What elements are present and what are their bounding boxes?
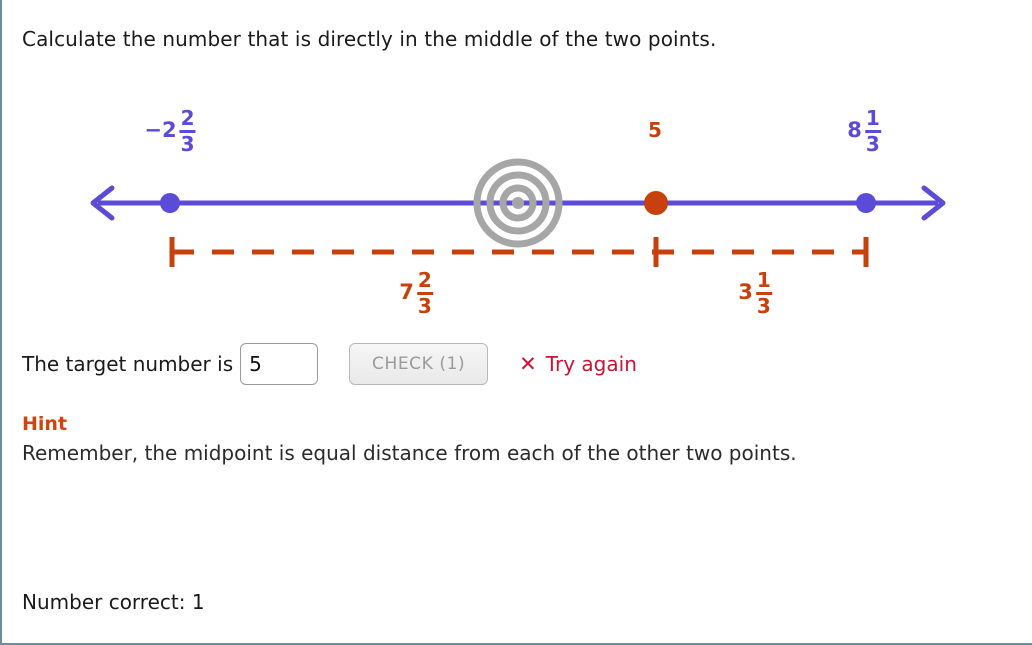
right-point-fraction: 1 3	[864, 106, 881, 156]
left-point-denominator: 3	[180, 131, 195, 156]
left-point-fraction: 2 3	[179, 106, 196, 156]
hint-body: Remember, the midpoint is equal distance…	[22, 441, 797, 465]
incorrect-x-icon: ✕	[519, 351, 537, 376]
guess-point-label: 5	[648, 118, 662, 142]
left-distance-fraction: 2 3	[416, 268, 433, 318]
guess-point-dot[interactable]	[644, 191, 668, 215]
check-button[interactable]: CHECK (1)	[349, 343, 489, 385]
left-distance-whole: 7	[399, 280, 414, 305]
hint-heading: Hint	[22, 413, 68, 435]
left-distance-label: 7 2 3	[399, 270, 433, 316]
page-title: Calculate the number that is directly in…	[22, 27, 717, 51]
left-point-label: −2 2 3	[144, 106, 196, 156]
left-endpoint-dot[interactable]	[160, 193, 180, 213]
answer-prompt-label: The target number is	[22, 352, 234, 376]
target-number-input[interactable]	[240, 343, 319, 385]
right-distance-fraction: 1 3	[755, 268, 772, 318]
right-endpoint-dot[interactable]	[856, 193, 876, 213]
left-distance-numerator: 2	[417, 268, 432, 292]
right-point-numerator: 1	[865, 106, 880, 130]
activity-panel: Calculate the number that is directly in…	[0, 0, 1032, 645]
feedback-text: Try again	[545, 352, 637, 376]
right-distance-whole: 3	[738, 280, 753, 305]
left-point-numerator: 2	[180, 106, 195, 130]
right-point-whole: 8	[847, 118, 862, 143]
bullseye-target-icon[interactable]	[473, 158, 563, 248]
answer-row: The target number is CHECK (1) ✕ Try aga…	[22, 343, 637, 385]
left-point-whole: −2	[144, 118, 177, 143]
score-status: Number correct: 1	[22, 590, 205, 614]
right-point-denominator: 3	[865, 131, 880, 156]
feedback-message: ✕ Try again	[519, 352, 637, 376]
right-distance-numerator: 1	[756, 268, 771, 292]
right-distance-label: 3 1 3	[738, 270, 772, 316]
left-distance-denominator: 3	[417, 293, 432, 318]
number-line-stage: −2 2 3 5 8 1 3 7 2 3 3 1 3	[2, 90, 1032, 330]
right-distance-denominator: 3	[756, 293, 771, 318]
right-point-label: 8 1 3	[847, 108, 881, 154]
